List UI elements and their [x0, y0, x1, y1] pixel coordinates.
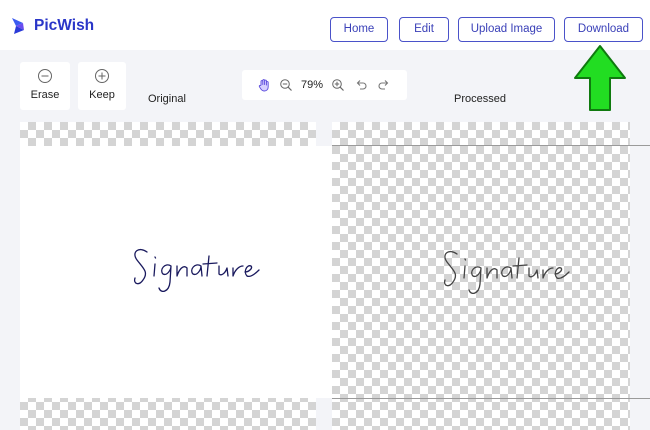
erase-tool-button[interactable]: Erase [20, 62, 70, 110]
keep-label: Keep [89, 89, 115, 101]
green-up-arrow-icon [574, 45, 626, 111]
picwish-logo[interactable]: PicWish [10, 16, 94, 36]
original-signature [133, 248, 260, 293]
original-pane-label: Original [148, 93, 186, 105]
upload-image-button[interactable]: Upload Image [458, 17, 555, 42]
keep-tool-button[interactable]: Keep [78, 62, 126, 110]
erase-label: Erase [30, 89, 60, 101]
undo-icon[interactable] [354, 78, 368, 92]
zoom-level: 79% [301, 79, 324, 91]
zoom-toolbar: 79% [242, 70, 407, 100]
crop-line-bottom [332, 398, 650, 399]
crop-line-top [332, 145, 650, 146]
minus-circle-icon [38, 69, 52, 83]
redo-icon[interactable] [377, 78, 391, 92]
hand-pan-icon[interactable] [257, 78, 271, 92]
zoom-out-icon[interactable] [279, 78, 293, 92]
top-bar: PicWish Home Edit Upload Image Download [0, 0, 650, 50]
picwish-logo-icon [12, 18, 24, 34]
zoom-in-icon[interactable] [331, 78, 345, 92]
download-button[interactable]: Download [564, 17, 643, 42]
home-button[interactable]: Home [330, 17, 388, 42]
plus-circle-icon [95, 69, 109, 83]
processed-pane-label: Processed [454, 93, 506, 105]
app-name: PicWish [34, 17, 95, 34]
edit-button[interactable]: Edit [399, 17, 449, 42]
processed-signature [443, 250, 570, 295]
